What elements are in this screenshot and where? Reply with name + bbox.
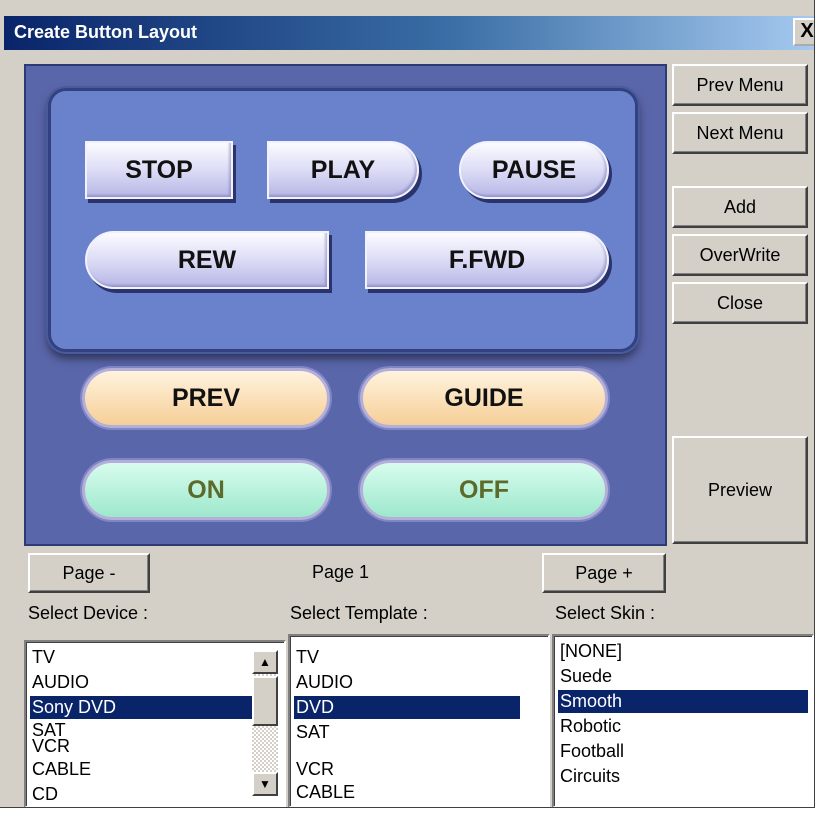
list-item[interactable]: VCR bbox=[30, 736, 280, 756]
list-item[interactable]: [NONE] bbox=[558, 640, 808, 663]
ffwd-remote-button[interactable]: F.FWD bbox=[365, 231, 609, 289]
list-item[interactable]: TV bbox=[294, 646, 544, 669]
list-item-selected[interactable]: DVD bbox=[294, 696, 520, 719]
skin-listbox[interactable]: [NONE] Suede Smooth Robotic Football Cir… bbox=[552, 634, 814, 807]
stop-remote-button[interactable]: STOP bbox=[85, 141, 233, 199]
device-listbox[interactable]: TV AUDIO Sony DVD SAT VCR CABLE CD ▲ ▼ bbox=[24, 640, 286, 807]
title-bar: Create Button Layout X bbox=[4, 16, 814, 50]
overwrite-button[interactable]: OverWrite bbox=[672, 234, 808, 276]
page-next-button[interactable]: Page + bbox=[542, 553, 666, 593]
scrollbar-thumb[interactable] bbox=[252, 676, 278, 726]
list-item[interactable]: Robotic bbox=[558, 715, 808, 738]
scroll-down-arrow-icon[interactable]: ▼ bbox=[252, 772, 278, 796]
close-window-button[interactable]: X bbox=[793, 18, 814, 46]
list-item[interactable]: Circuits bbox=[558, 765, 808, 788]
window-title: Create Button Layout bbox=[14, 22, 198, 42]
list-item-selected[interactable]: Sony DVD bbox=[30, 696, 254, 719]
on-remote-button[interactable]: ON bbox=[82, 460, 330, 520]
close-button[interactable]: Close bbox=[672, 282, 808, 324]
list-item[interactable]: TV bbox=[30, 646, 280, 669]
list-item[interactable]: CABLE bbox=[294, 781, 544, 804]
template-listbox[interactable]: TV AUDIO DVD SAT VCR CABLE bbox=[288, 634, 550, 807]
select-device-label: Select Device : bbox=[28, 603, 149, 623]
transport-group: STOP PLAY PAUSE REW F.FWD bbox=[48, 88, 638, 352]
list-item[interactable]: AUDIO bbox=[30, 671, 280, 694]
remote-layout-panel: STOP PLAY PAUSE REW F.FWD PREV GUIDE ON … bbox=[24, 64, 667, 546]
select-skin-label: Select Skin : bbox=[555, 603, 656, 623]
list-item[interactable]: SAT bbox=[294, 721, 544, 744]
prev-menu-button[interactable]: Prev Menu bbox=[672, 64, 808, 106]
guide-remote-button[interactable]: GUIDE bbox=[360, 368, 608, 428]
create-button-layout-window: Create Button Layout X STOP PLAY PAUSE R… bbox=[0, 0, 815, 808]
list-item[interactable]: VCR bbox=[294, 758, 544, 781]
prev-remote-button[interactable]: PREV bbox=[82, 368, 330, 428]
list-item[interactable]: CD bbox=[30, 783, 280, 806]
select-template-label: Select Template : bbox=[290, 603, 428, 623]
list-item[interactable]: CABLE bbox=[30, 758, 280, 781]
list-item[interactable]: AUDIO bbox=[294, 671, 544, 694]
rew-remote-button[interactable]: REW bbox=[85, 231, 329, 289]
list-item[interactable]: Suede bbox=[558, 665, 808, 688]
pause-remote-button[interactable]: PAUSE bbox=[459, 141, 609, 199]
play-remote-button[interactable]: PLAY bbox=[267, 141, 419, 199]
list-item-selected[interactable]: Smooth bbox=[558, 690, 808, 713]
add-button[interactable]: Add bbox=[672, 186, 808, 228]
page-label: Page 1 bbox=[312, 562, 370, 582]
off-remote-button[interactable]: OFF bbox=[360, 460, 608, 520]
next-menu-button[interactable]: Next Menu bbox=[672, 112, 808, 154]
list-item[interactable]: Football bbox=[558, 740, 808, 763]
scroll-up-arrow-icon[interactable]: ▲ bbox=[252, 650, 278, 674]
preview-button[interactable]: Preview bbox=[672, 436, 808, 544]
device-scrollbar[interactable]: ▲ ▼ bbox=[252, 650, 278, 796]
page-prev-button[interactable]: Page - bbox=[28, 553, 150, 593]
